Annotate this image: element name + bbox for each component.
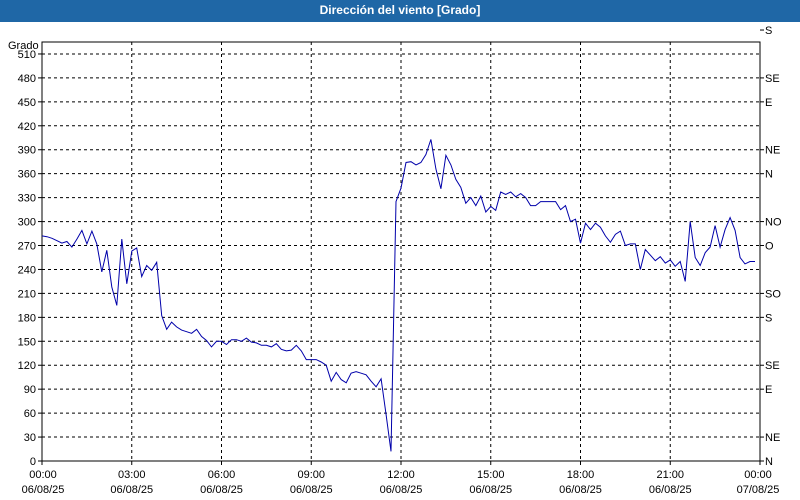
y-tick-label: 300 <box>18 217 36 229</box>
y-tick-label: 240 <box>18 264 36 276</box>
x-tick-date: 06/08/25 <box>559 484 602 496</box>
right-tick-label: S <box>765 25 772 37</box>
y-tick-label: 480 <box>18 73 36 85</box>
x-tick-date: 06/08/25 <box>22 484 65 496</box>
y-tick-label: 120 <box>18 360 36 372</box>
x-tick-date: 06/08/25 <box>380 484 423 496</box>
x-tick-time: 09:00 <box>297 469 325 481</box>
x-tick-date: 06/08/25 <box>200 484 243 496</box>
x-tick-date: 06/08/25 <box>469 484 512 496</box>
y-axis-right: N NE E SE S SO O NO N NE E SE S <box>760 25 782 468</box>
y-tick-label: 180 <box>18 312 36 324</box>
x-tick-time: 00:00 <box>29 469 57 481</box>
right-tick-label: N <box>765 456 773 468</box>
right-tick-label: SO <box>765 288 781 300</box>
y-tick-label: 390 <box>18 145 36 157</box>
right-tick-label: NO <box>765 217 782 229</box>
y-tick-label: 330 <box>18 193 36 205</box>
y-tick-label: 360 <box>18 169 36 181</box>
x-tick-time: 18:00 <box>567 469 595 481</box>
y-tick-label: 450 <box>18 97 36 109</box>
y-tick-label: 150 <box>18 336 36 348</box>
right-tick-label: SE <box>765 73 780 85</box>
x-tick-time: 03:00 <box>118 469 146 481</box>
y-tick-label: 90 <box>24 384 36 396</box>
y-tick-label: 0 <box>30 456 36 468</box>
y-axis-left: 0 30 60 90 120 150 180 210 240 270 300 330 360 390 420… <box>18 49 42 468</box>
y-tick-label: 210 <box>18 288 36 300</box>
y-tick-label: 420 <box>18 121 36 133</box>
chart-title: Dirección del viento [Grado] <box>0 0 800 22</box>
x-tick-date: 07/08/25 <box>737 484 780 496</box>
right-tick-label: O <box>765 241 774 253</box>
line-chart: 0 30 60 90 120 150 180 210 240 270 300 330 360 390 420… <box>8 25 782 496</box>
right-tick-label: N <box>765 169 773 181</box>
y-axis-label: Grado <box>8 40 39 52</box>
right-tick-label: S <box>765 312 772 324</box>
y-tick-label: 60 <box>24 408 36 420</box>
right-tick-label: NE <box>765 145 780 157</box>
right-tick-label: NE <box>765 432 780 444</box>
y-tick-label: 30 <box>24 432 36 444</box>
right-tick-label: E <box>765 97 772 109</box>
x-tick-time: 06:00 <box>208 469 236 481</box>
x-tick-time: 15:00 <box>477 469 505 481</box>
y-tick-label: 270 <box>18 241 36 253</box>
right-tick-label: SE <box>765 360 780 372</box>
x-tick-time: 12:00 <box>387 469 415 481</box>
x-tick-time: 00:00 <box>744 469 772 481</box>
x-tick-date: 06/08/25 <box>649 484 692 496</box>
x-tick-date: 06/08/25 <box>290 484 333 496</box>
right-tick-label: E <box>765 384 772 396</box>
x-tick-time: 21:00 <box>656 469 684 481</box>
x-axis: 00:00 06/08/25 03:00 06/08/25 06:00 06/08/25 0… <box>22 461 780 496</box>
x-tick-date: 06/08/25 <box>110 484 153 496</box>
